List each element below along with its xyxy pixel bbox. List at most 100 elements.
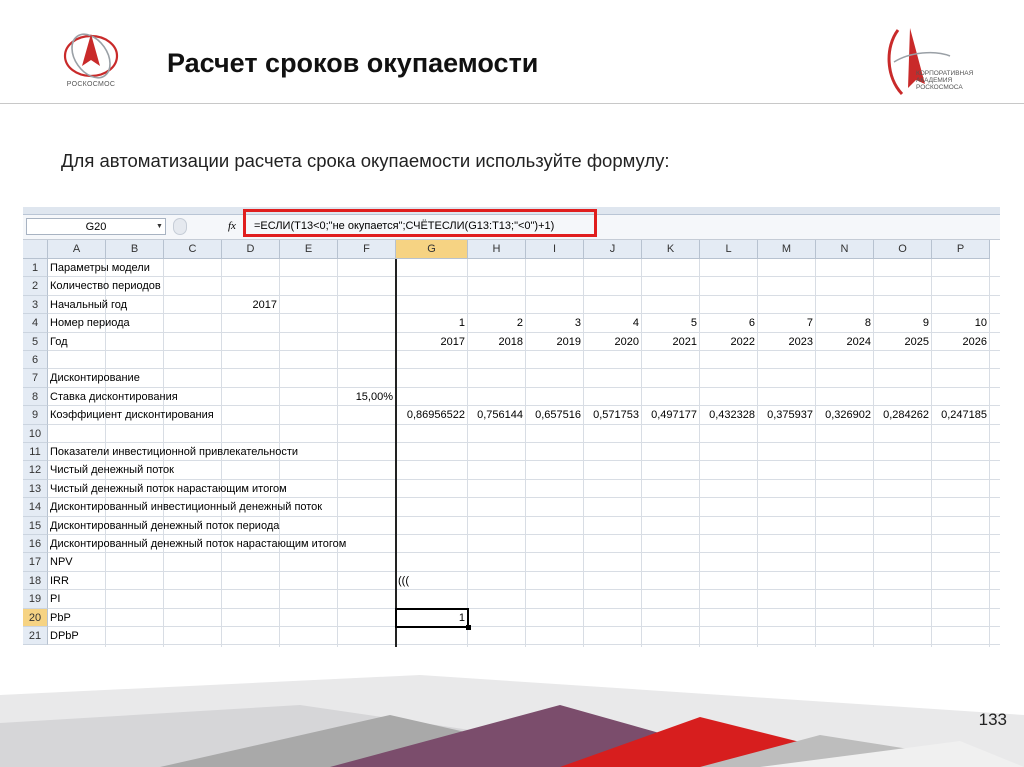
cell-n9[interactable]: 0,326902 [816, 406, 874, 424]
column-header-h[interactable]: H [468, 240, 526, 259]
row-header-13[interactable]: 13 [23, 479, 48, 499]
academy-logo-line: КОРПОРАТИВНАЯ [916, 70, 974, 77]
row-header-18[interactable]: 18 [23, 571, 48, 591]
select-all-corner[interactable] [23, 240, 48, 259]
cell-h5[interactable]: 2018 [468, 333, 526, 351]
name-box-dropdown-icon[interactable]: ▼ [156, 218, 163, 235]
cell-a8[interactable]: Ставка дисконтирования [50, 388, 178, 406]
cell-a18[interactable]: IRR [50, 572, 69, 590]
column-header-o[interactable]: O [874, 240, 932, 259]
cell-g9[interactable]: 0,86956522 [396, 406, 468, 424]
cell-j4[interactable]: 4 [584, 314, 642, 332]
cell-o5[interactable]: 2025 [874, 333, 932, 351]
column-header-p[interactable]: P [932, 240, 990, 259]
row-header-21[interactable]: 21 [23, 627, 48, 646]
cell-i9[interactable]: 0,657516 [526, 406, 584, 424]
row-header-5[interactable]: 5 [23, 332, 48, 351]
row-header-12[interactable]: 12 [23, 461, 48, 480]
column-header-b[interactable]: B [106, 240, 164, 259]
cell-a13[interactable]: Чистый денежный поток нарастающим итогом [50, 480, 287, 498]
cell-n4[interactable]: 8 [816, 314, 874, 332]
cell-a19[interactable]: PI [50, 590, 60, 608]
fx-button[interactable] [173, 218, 187, 235]
row-header-20[interactable]: 20 [23, 608, 48, 627]
cell-m4[interactable]: 7 [758, 314, 816, 332]
cell-a16[interactable]: Дисконтированный денежный поток нарастаю… [50, 535, 346, 553]
cell-a11[interactable]: Показатели инвестиционной привлекательно… [50, 443, 298, 461]
column-header-n[interactable]: N [816, 240, 874, 259]
cell-j9[interactable]: 0,571753 [584, 406, 642, 424]
cell-h9[interactable]: 0,756144 [468, 406, 526, 424]
cell-a9[interactable]: Коэффициент дисконтирования [50, 406, 214, 424]
cell-p9[interactable]: 0,247185 [932, 406, 990, 424]
column-header-e[interactable]: E [280, 240, 338, 259]
cell-l9[interactable]: 0,432328 [700, 406, 758, 424]
cell-a3[interactable]: Начальный год [50, 296, 127, 314]
row-header-7[interactable]: 7 [23, 369, 48, 388]
cell-a1[interactable]: Параметры модели [50, 259, 150, 277]
cell-a20[interactable]: PbP [50, 609, 71, 627]
active-cell[interactable] [395, 607, 469, 628]
cell-l4[interactable]: 6 [700, 314, 758, 332]
spreadsheet-screenshot: G20 ▼ fx =ЕСЛИ(T13<0;"не окупается";СЧЁТ… [23, 207, 1000, 648]
column-header-j[interactable]: J [584, 240, 642, 259]
column-header-c[interactable]: C [164, 240, 222, 259]
cell-a2[interactable]: Количество периодов [50, 277, 161, 295]
column-header-g[interactable]: G [396, 240, 468, 259]
cell-i4[interactable]: 3 [526, 314, 584, 332]
row-header-9[interactable]: 9 [23, 406, 48, 425]
column-header-a[interactable]: A [48, 240, 106, 259]
cell-f8[interactable]: 15,00% [338, 388, 396, 406]
column-header-l[interactable]: L [700, 240, 758, 259]
row-header-8[interactable]: 8 [23, 387, 48, 407]
column-header-d[interactable]: D [222, 240, 280, 259]
cell-g4[interactable]: 1 [396, 314, 468, 332]
cell-k5[interactable]: 2021 [642, 333, 700, 351]
cell-a14[interactable]: Дисконтированный инвестиционный денежный… [50, 498, 322, 516]
column-header-f[interactable]: F [338, 240, 396, 259]
cell-j5[interactable]: 2020 [584, 333, 642, 351]
row-header-4[interactable]: 4 [23, 314, 48, 333]
column-header-i[interactable]: I [526, 240, 584, 259]
cell-k9[interactable]: 0,497177 [642, 406, 700, 424]
academy-logo-text: КОРПОРАТИВНАЯ АКАДЕМИЯ РОСКОСМОСА [916, 70, 996, 91]
row-header-1[interactable]: 1 [23, 259, 48, 278]
cell-l5[interactable]: 2022 [700, 333, 758, 351]
column-header-m[interactable]: M [758, 240, 816, 259]
cell-a4[interactable]: Номер периода [50, 314, 130, 332]
row-header-11[interactable]: 11 [23, 443, 48, 462]
cell-m5[interactable]: 2023 [758, 333, 816, 351]
cell-n5[interactable]: 2024 [816, 333, 874, 351]
cell-g18[interactable]: ((( [398, 572, 409, 590]
row-header-3[interactable]: 3 [23, 295, 48, 315]
cell-p4[interactable]: 10 [932, 314, 990, 332]
cell-i5[interactable]: 2019 [526, 333, 584, 351]
row-header-2[interactable]: 2 [23, 277, 48, 296]
row-header-14[interactable]: 14 [23, 498, 48, 517]
row-header-15[interactable]: 15 [23, 516, 48, 535]
cell-o9[interactable]: 0,284262 [874, 406, 932, 424]
name-box[interactable]: G20 [26, 218, 166, 235]
cell-k4[interactable]: 5 [642, 314, 700, 332]
row-header-19[interactable]: 19 [23, 590, 48, 609]
fill-handle[interactable] [466, 625, 471, 630]
cell-a7[interactable]: Дисконтирование [50, 369, 140, 387]
cell-g5[interactable]: 2017 [396, 333, 468, 351]
row-header-17[interactable]: 17 [23, 553, 48, 572]
cell-a17[interactable]: NPV [50, 553, 73, 571]
cell-p5[interactable]: 2026 [932, 333, 990, 351]
cell-a5[interactable]: Год [50, 333, 68, 351]
cell-a12[interactable]: Чистый денежный поток [50, 461, 174, 479]
footer-band [0, 675, 1024, 767]
column-header-k[interactable]: K [642, 240, 700, 259]
cell-a15[interactable]: Дисконтированный денежный поток периода [50, 517, 279, 535]
row-header-6[interactable]: 6 [23, 351, 48, 370]
cell-h4[interactable]: 2 [468, 314, 526, 332]
row-header-16[interactable]: 16 [23, 535, 48, 554]
cell-a21[interactable]: DPbP [50, 627, 79, 645]
cell-d3[interactable]: 2017 [222, 296, 280, 314]
cell-o4[interactable]: 9 [874, 314, 932, 332]
cell-m9[interactable]: 0,375937 [758, 406, 816, 424]
fx-icon[interactable]: fx [228, 218, 236, 235]
row-header-10[interactable]: 10 [23, 424, 48, 443]
